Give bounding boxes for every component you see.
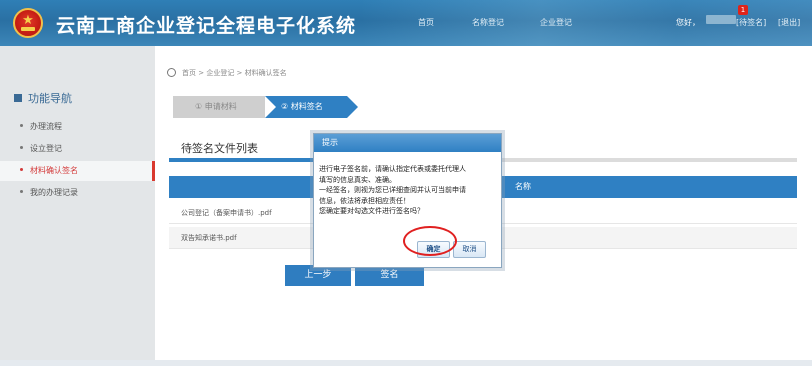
nav-enterprise-registration[interactable]: 企业登记: [540, 17, 572, 28]
dialog-line: 填写的信息真实、准确。: [319, 175, 396, 184]
file-name[interactable]: 双告知承诺书.pdf: [181, 227, 237, 249]
nav-name-registration[interactable]: 名称登记: [472, 17, 504, 28]
breadcrumb: 首页 > 企业登记 > 材料确认签名: [167, 68, 287, 78]
file-name[interactable]: 公司登记（备案申请书）.pdf: [181, 202, 272, 224]
user-greeting: 您好，: [676, 18, 700, 27]
dialog-line: 一经签名，则视为您已详细查阅并认可当前申请: [319, 186, 466, 194]
confirm-cancel-button[interactable]: 取消: [453, 241, 486, 258]
section-title: 待签名文件列表: [181, 142, 258, 155]
app-title: 云南工商企业登记全程电子化系统: [56, 15, 357, 37]
bullet-icon: [20, 168, 23, 171]
menu-square-icon: [14, 94, 22, 102]
sidebar-item-process[interactable]: 办理流程: [0, 117, 155, 137]
bullet-icon: [20, 146, 23, 149]
step-material-sign[interactable]: ② 材料签名: [265, 96, 358, 118]
sidebar-item-material-sign[interactable]: 材料确认签名: [0, 161, 155, 181]
sidebar-heading: 功能导航: [14, 90, 72, 106]
bullet-icon: [20, 190, 23, 193]
sign-button[interactable]: 签名: [355, 265, 424, 286]
national-emblem-icon: ★: [13, 8, 43, 38]
previous-step-button[interactable]: 上一步: [285, 265, 351, 286]
step-apply-materials[interactable]: ① 申请材料: [173, 96, 276, 118]
pending-count-badge: 1: [738, 5, 748, 15]
sidebar-item-my-records[interactable]: 我的办理记录: [0, 183, 155, 203]
nav-home[interactable]: 首页: [418, 17, 434, 28]
dialog-line: 信息，依法将承担相应责任！: [319, 196, 410, 205]
dialog-line: 您确定要对勾选文件进行签名吗？: [319, 207, 424, 215]
redacted-username: [706, 15, 736, 24]
annotation-circle: [403, 226, 457, 256]
logout-link[interactable]: [退出]: [778, 17, 800, 28]
sidebar-item-establish[interactable]: 设立登记: [0, 139, 155, 159]
sidebar: 功能导航 办理流程 设立登记 材料确认签名 我的办理记录: [0, 46, 155, 366]
footer-band: [0, 360, 812, 366]
pending-signature-link[interactable]: [待签名]: [736, 17, 766, 28]
location-pin-icon: [167, 68, 176, 77]
bullet-icon: [20, 124, 23, 127]
top-header: ★ 云南工商企业登记全程电子化系统 首页 名称登记 企业登记 您好， 1 [待签…: [0, 0, 812, 46]
dialog-message: 进行电子签名前，请确认指定代表或委托代理人 填写的信息真实、准确。 一经签名，则…: [319, 164, 499, 217]
dialog-line: 进行电子签名前，请确认指定代表或委托代理人: [319, 165, 466, 173]
column-name: 名称: [515, 182, 531, 191]
dialog-title: 提示: [314, 134, 501, 152]
